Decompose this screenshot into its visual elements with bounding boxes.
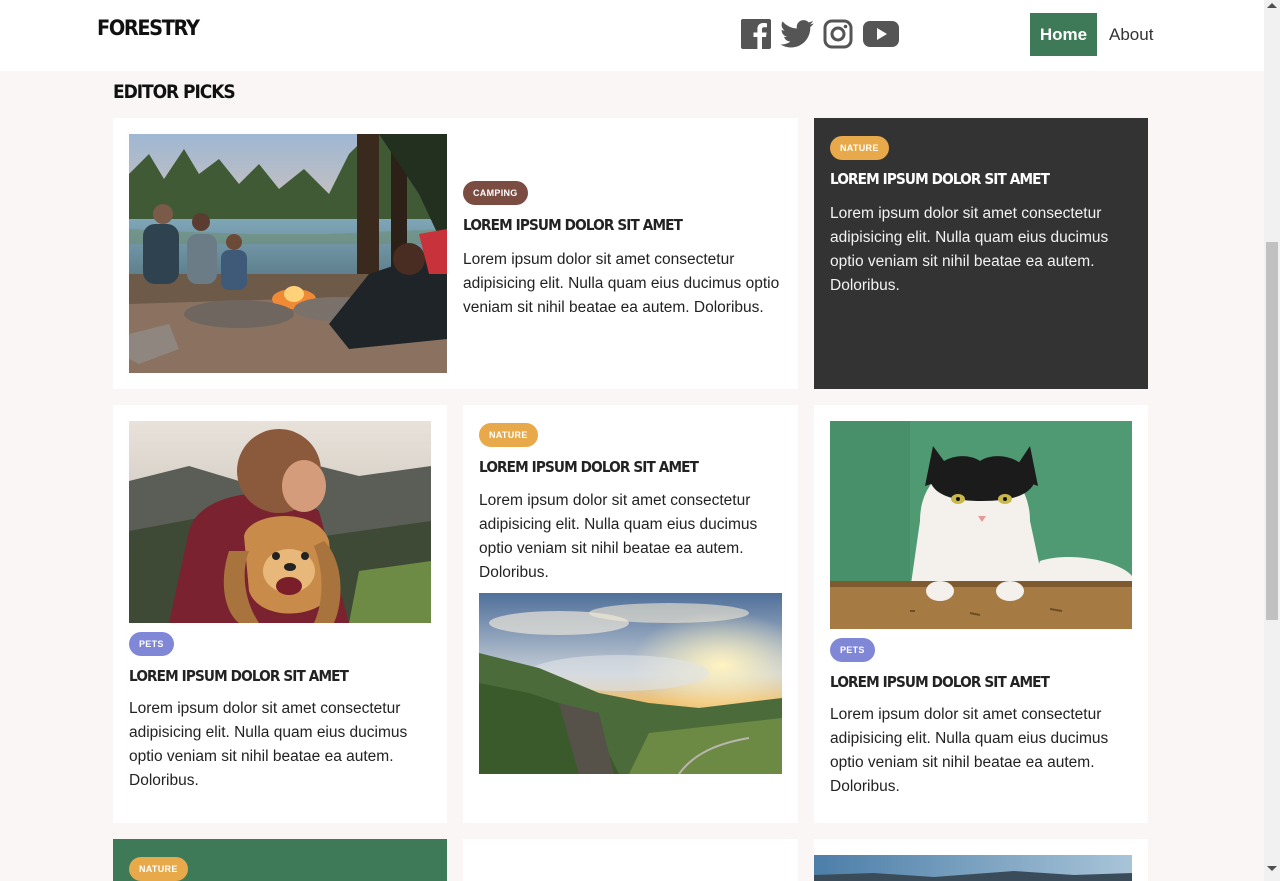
section-title: EDITOR PICKS xyxy=(113,81,236,103)
article-card[interactable]: PETS LOREM IPSUM DOLOR SIT AMET Lorem ip… xyxy=(814,405,1148,823)
card-title[interactable]: LOREM IPSUM DOLOR SIT AMET xyxy=(463,216,683,234)
article-card[interactable]: NATURE LOREM IPSUM DOLOR SIT AMET Lorem … xyxy=(463,405,798,823)
valley-sunset-photo xyxy=(479,593,782,774)
scrollbar-thumb[interactable] xyxy=(1266,242,1278,620)
site-header: FORESTRY Home About xyxy=(0,0,1264,71)
youtube-icon[interactable] xyxy=(863,21,899,47)
category-badge[interactable]: CAMPING xyxy=(463,181,528,205)
article-card[interactable]: NATURE xyxy=(113,839,447,881)
site-logo[interactable]: FORESTRY xyxy=(97,16,200,40)
article-card[interactable]: CAMPING LOREM IPSUM DOLOR SIT AMET Lorem… xyxy=(113,118,798,389)
card-text: Lorem ipsum dolor sit amet consectetur a… xyxy=(129,700,408,789)
article-card[interactable]: PETS LOREM IPSUM DOLOR SIT AMET Lorem ip… xyxy=(113,405,447,823)
card-text: Lorem ipsum dolor sit amet consectetur a… xyxy=(479,492,758,581)
card-title[interactable]: LOREM IPSUM DOLOR SIT AMET xyxy=(830,170,1050,188)
twitter-icon[interactable] xyxy=(780,20,814,48)
category-badge[interactable]: PETS xyxy=(129,632,174,656)
category-badge[interactable]: NATURE xyxy=(129,857,188,881)
article-card[interactable]: NATURE LOREM IPSUM DOLOR SIT AMET Lorem … xyxy=(814,118,1148,389)
man-with-dog-photo xyxy=(129,421,431,623)
article-card[interactable] xyxy=(814,839,1148,881)
card-title[interactable]: LOREM IPSUM DOLOR SIT AMET xyxy=(830,673,1050,691)
scroll-down-arrow-icon[interactable] xyxy=(1267,866,1277,871)
category-badge[interactable]: PETS xyxy=(830,638,875,662)
card-title[interactable]: LOREM IPSUM DOLOR SIT AMET xyxy=(479,458,699,476)
category-badge[interactable]: NATURE xyxy=(830,136,889,160)
category-badge[interactable]: NATURE xyxy=(479,423,538,447)
landscape-photo xyxy=(814,855,1132,881)
card-text: Lorem ipsum dolor sit amet consectetur a… xyxy=(830,205,1109,294)
facebook-icon[interactable] xyxy=(741,19,771,49)
instagram-icon[interactable] xyxy=(823,19,853,49)
card-text: Lorem ipsum dolor sit amet consectetur a… xyxy=(463,251,780,316)
article-card[interactable] xyxy=(463,839,798,881)
cat-photo xyxy=(830,421,1132,629)
scroll-up-arrow-icon[interactable] xyxy=(1267,3,1277,8)
card-text: Lorem ipsum dolor sit amet consectetur a… xyxy=(830,706,1109,795)
nav-about-link[interactable]: About xyxy=(1109,13,1153,56)
nav-home-link[interactable]: Home xyxy=(1030,13,1097,56)
card-title[interactable]: LOREM IPSUM DOLOR SIT AMET xyxy=(129,667,349,685)
campfire-photo xyxy=(129,134,447,373)
